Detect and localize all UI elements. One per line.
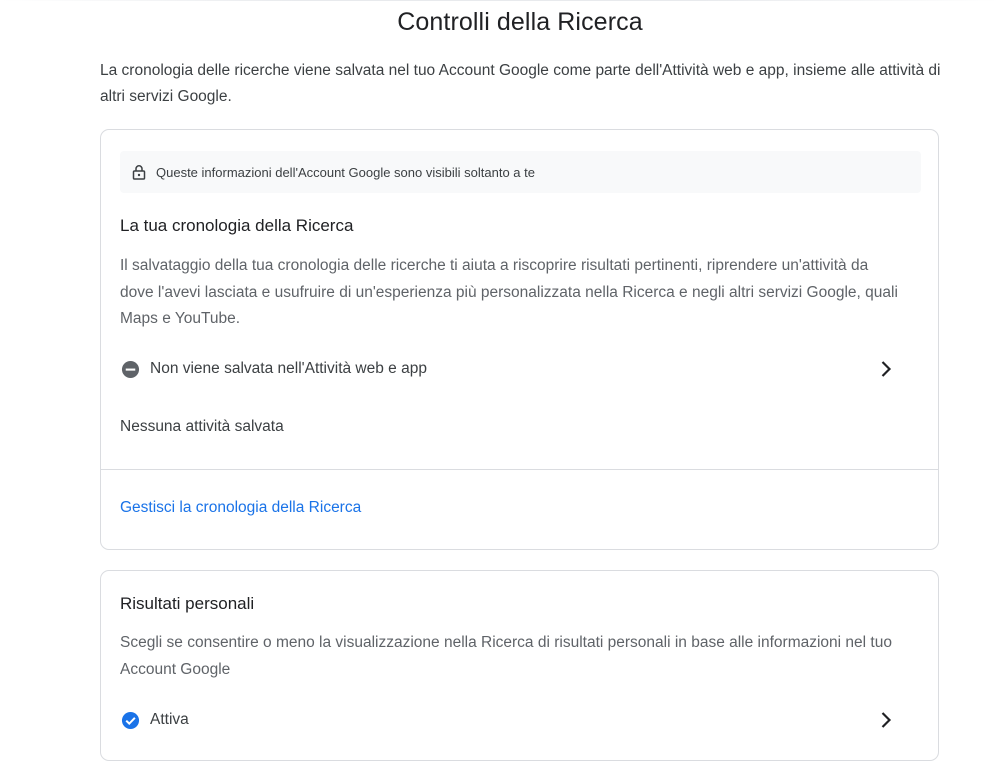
personal-results-row[interactable]: Attiva	[120, 705, 920, 735]
manage-search-history-link[interactable]: Gestisci la cronologia della Ricerca	[120, 499, 361, 517]
minus-circle-icon	[120, 359, 140, 379]
page-title: Controlli della Ricerca	[397, 8, 643, 36]
personal-results-card: Risultati personali Scegli se consentire…	[100, 570, 939, 761]
search-history-card: Queste informazioni dell'Account Google …	[100, 129, 939, 550]
search-history-title: La tua cronologia della Ricerca	[120, 216, 354, 235]
privacy-notice: Queste informazioni dell'Account Google …	[120, 151, 921, 193]
lock-icon	[132, 163, 148, 181]
chevron-right-icon[interactable]	[874, 708, 898, 732]
personal-results-title: Risultati personali	[120, 594, 255, 613]
empty-activity-text: Nessuna attività salvata	[120, 418, 284, 435]
check-circle-icon	[120, 710, 140, 730]
top-rule	[0, 0, 1000, 1]
web-app-activity-row[interactable]: Non viene salvata nell'Attività web e ap…	[120, 354, 920, 384]
web-app-activity-status: Non viene salvata nell'Attività web e ap…	[150, 360, 427, 377]
personal-results-description: Scegli se consentire o meno la visualizz…	[120, 634, 892, 678]
personal-results-status: Attiva	[150, 711, 189, 728]
privacy-notice-text: Queste informazioni dell'Account Google …	[156, 164, 535, 180]
card-divider	[101, 469, 938, 470]
chevron-right-icon[interactable]	[874, 357, 898, 381]
intro-text: La cronologia delle ricerche viene salva…	[100, 62, 941, 105]
search-history-description: Il salvataggio della tua cronologia dell…	[120, 257, 898, 327]
